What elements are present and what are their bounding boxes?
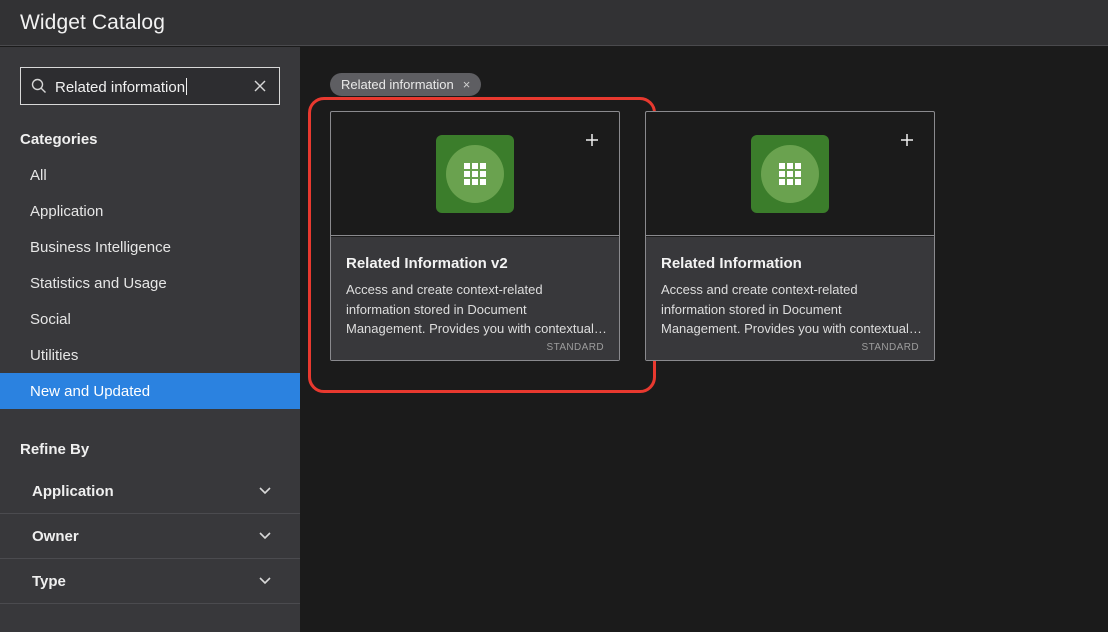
add-icon[interactable] — [585, 133, 599, 147]
refine-type[interactable]: Type — [0, 559, 300, 604]
refine-type-label: Type — [32, 572, 66, 590]
filter-chip-label: Related information — [341, 77, 454, 92]
widget-app-icon — [436, 135, 514, 213]
category-item-application[interactable]: Application — [0, 193, 300, 229]
widget-app-icon — [751, 135, 829, 213]
page-title: Widget Catalog — [20, 10, 165, 34]
card-preview — [646, 112, 934, 236]
widget-description: Access and create context-related inform… — [346, 282, 594, 336]
widget-card[interactable]: Related Information v2 Access and create… — [330, 111, 620, 361]
sidebar: Related information Categories All Appli… — [0, 47, 300, 632]
widget-type-badge: STANDARD — [861, 342, 919, 353]
search-icon — [31, 78, 46, 93]
app-header: Widget Catalog — [0, 0, 1108, 46]
widget-name: Related Information — [661, 255, 802, 272]
widget-name: Related Information v2 — [346, 255, 508, 272]
widget-type-badge: STANDARD — [546, 342, 604, 353]
card-details: Related Information Access and create co… — [646, 237, 934, 360]
grid-icon — [779, 163, 801, 185]
category-item-business-intelligence[interactable]: Business Intelligence — [0, 229, 300, 265]
chevron-down-icon — [259, 577, 271, 585]
add-icon[interactable] — [900, 133, 914, 147]
card-details: Related Information v2 Access and create… — [331, 237, 619, 360]
close-icon[interactable] — [253, 79, 267, 93]
remove-filter-icon[interactable]: × — [463, 77, 471, 92]
search-value: Related information — [55, 78, 188, 96]
categories-heading: Categories — [20, 131, 98, 148]
category-item-all[interactable]: All — [0, 157, 300, 193]
chevron-down-icon — [259, 532, 271, 540]
category-item-statistics-and-usage[interactable]: Statistics and Usage — [0, 265, 300, 301]
chevron-down-icon — [259, 487, 271, 495]
category-item-new-and-updated[interactable]: New and Updated — [0, 373, 300, 409]
card-preview — [331, 112, 619, 236]
refine-application-label: Application — [32, 482, 114, 500]
refine-application[interactable]: Application — [0, 469, 300, 514]
category-item-social[interactable]: Social — [0, 301, 300, 337]
refine-owner-label: Owner — [32, 527, 79, 545]
filter-chip[interactable]: Related information × — [330, 73, 482, 96]
search-input[interactable]: Related information — [20, 67, 280, 105]
refine-by-heading: Refine By — [20, 441, 90, 458]
widget-description: Access and create context-related inform… — [661, 282, 909, 336]
category-item-utilities[interactable]: Utilities — [0, 337, 300, 373]
widget-card[interactable]: Related Information Access and create co… — [645, 111, 935, 361]
refine-owner[interactable]: Owner — [0, 514, 300, 559]
grid-icon — [464, 163, 486, 185]
